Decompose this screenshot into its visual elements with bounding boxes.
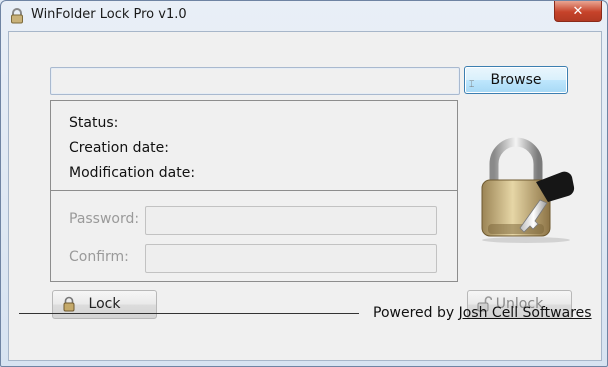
browse-button[interactable]: ⌶ Browse — [464, 66, 568, 94]
folder-info-box: Status: Creation date: Modification date… — [50, 100, 458, 282]
footer-credit: Powered by Josh Cell Softwares — [373, 305, 592, 321]
padlock-and-key-illustration — [481, 137, 575, 243]
text-cursor-icon: ⌶ — [469, 80, 475, 90]
info-divider — [51, 190, 457, 191]
author-link[interactable]: Josh Cell Softwares — [459, 305, 592, 321]
confirm-password-field[interactable] — [145, 244, 437, 273]
password-field[interactable] — [145, 206, 437, 235]
close-icon: ✕ — [572, 3, 584, 19]
creation-date-label: Creation date: — [69, 140, 169, 156]
window-title: WinFolder Lock Pro v1.0 — [31, 7, 187, 22]
password-label: Password: — [69, 211, 140, 227]
lock-button[interactable]: Lock — [52, 290, 157, 319]
browse-button-label: Browse — [490, 72, 542, 88]
footer-prefix: Powered by — [373, 305, 455, 321]
status-label: Status: — [69, 115, 119, 131]
close-button[interactable]: ✕ — [554, 1, 602, 22]
padlock-icon — [63, 296, 75, 312]
confirm-label: Confirm: — [69, 249, 129, 265]
title-bar[interactable]: WinFolder Lock Pro v1.0 ✕ — [1, 1, 607, 31]
padlock-icon — [11, 8, 23, 24]
lock-button-label: Lock — [88, 296, 121, 312]
footer-divider — [19, 313, 359, 314]
app-window: WinFolder Lock Pro v1.0 ✕ ⌶ Browse Statu… — [0, 0, 608, 367]
folder-path-input[interactable] — [50, 67, 460, 95]
modification-date-label: Modification date: — [69, 165, 196, 181]
